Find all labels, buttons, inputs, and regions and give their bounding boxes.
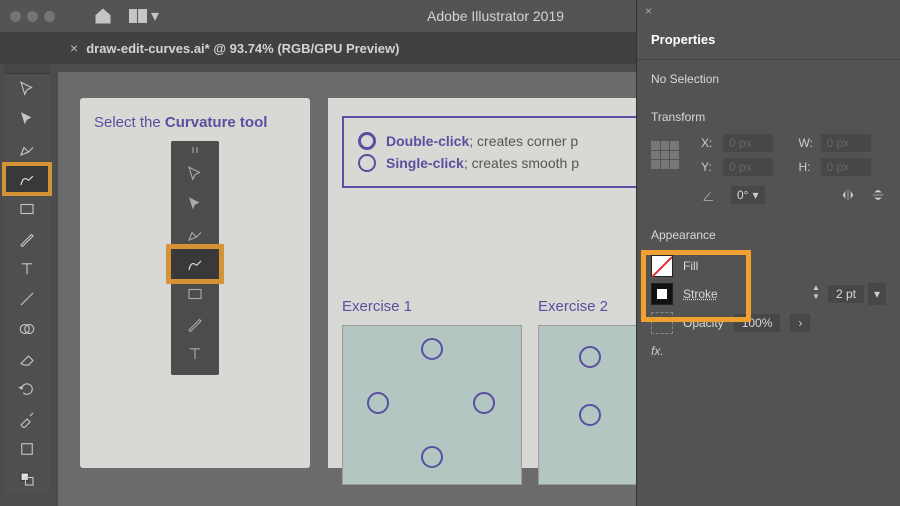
stroke-weight-field[interactable]: ▲▼ 2 pt ▾ [812, 283, 886, 305]
exercise-1-title: Exercise 1 [342, 298, 522, 315]
mini-curvature-tool [171, 249, 219, 279]
transform-section: Transform X: 0 px W: 0 px Y: 0 px H: 0 px 0°… [637, 98, 900, 216]
double-label: Double-click [386, 133, 469, 149]
ex1-dot[interactable] [367, 392, 389, 414]
mini-rectangle-tool [171, 279, 219, 309]
selection-status: No Selection [637, 60, 900, 98]
home-icon[interactable] [93, 6, 113, 26]
stroke-spinner[interactable]: ▲▼ [812, 283, 824, 305]
double-ring-icon [358, 132, 376, 150]
tutorial-left-card: Select the Curvature tool [80, 98, 310, 468]
zoom-dot[interactable] [44, 11, 55, 22]
mini-direct-selection-tool [171, 189, 219, 219]
h-value[interactable]: 0 px [821, 158, 871, 176]
ex2-dot[interactable] [579, 346, 601, 368]
rotate-field[interactable]: 0° ▾ [731, 186, 765, 204]
mini-selection-tool [171, 159, 219, 189]
mini-pen-tool [171, 219, 219, 249]
opacity-more-icon[interactable]: › [790, 314, 810, 332]
angle-icon [701, 187, 717, 203]
single-ring-icon [358, 154, 376, 172]
artboard-tool[interactable] [4, 434, 50, 464]
toolbox-grip[interactable] [4, 64, 50, 74]
flip-horizontal-icon[interactable] [840, 187, 856, 203]
close-dot[interactable] [10, 11, 21, 22]
fill-swatch[interactable] [651, 255, 673, 277]
hint-prefix: Select the [94, 114, 165, 131]
help-row-single: Single-click; creates smooth p [358, 154, 638, 172]
direct-selection-tool[interactable] [4, 104, 50, 134]
h-label: H: [799, 160, 817, 174]
ex1-dot[interactable] [421, 446, 443, 468]
fill-stroke-swatch[interactable] [4, 464, 50, 494]
mini-type-tool [171, 339, 219, 369]
w-field[interactable]: W: 0 px [799, 134, 887, 152]
paintbrush-tool[interactable] [4, 224, 50, 254]
exercise-1: Exercise 1 [342, 298, 522, 485]
curvature-tool[interactable] [4, 164, 50, 194]
single-label: Single-click [386, 155, 464, 171]
w-label: W: [799, 136, 817, 150]
rotate-tool[interactable] [4, 374, 50, 404]
flip-vertical-icon[interactable] [870, 187, 886, 203]
fx-label[interactable]: fx. [651, 344, 886, 358]
ex1-dot[interactable] [473, 392, 495, 414]
type-tool[interactable] [4, 254, 50, 284]
stroke-weight-dropdown-icon[interactable]: ▾ [868, 283, 886, 305]
help-row-double: Double-click; creates corner p [358, 132, 638, 150]
hint-toolname: Curvature tool [165, 114, 268, 131]
w-value[interactable]: 0 px [821, 134, 871, 152]
properties-tab[interactable]: Properties [637, 20, 900, 60]
shape-builder-tool[interactable] [4, 314, 50, 344]
ex2-dot[interactable] [579, 404, 601, 426]
eyedropper-tool[interactable] [4, 404, 50, 434]
h-field[interactable]: H: 0 px [799, 158, 887, 176]
x-field[interactable]: X: 0 px [701, 134, 789, 152]
workspace-switcher[interactable]: ▾ [129, 6, 159, 26]
exercise-1-box[interactable] [342, 325, 522, 485]
x-value[interactable]: 0 px [723, 134, 773, 152]
app-title: Adobe Illustrator 2019 [427, 8, 564, 24]
stroke-swatch[interactable] [651, 283, 673, 305]
y-label: Y: [701, 160, 719, 174]
rotate-value[interactable]: 0° [737, 188, 748, 202]
transform-heading: Transform [651, 110, 886, 124]
toolbox [4, 64, 50, 494]
mini-toolbox [171, 141, 219, 375]
stroke-weight-value[interactable]: 2 pt [828, 285, 864, 303]
rectangle-tool[interactable] [4, 194, 50, 224]
selection-tool[interactable] [4, 74, 50, 104]
window-controls[interactable] [10, 11, 55, 22]
x-label: X: [701, 136, 719, 150]
double-rest: ; creates corner p [469, 133, 578, 149]
y-value[interactable]: 0 px [723, 158, 773, 176]
properties-panel: × Properties No Selection Transform X: 0 … [636, 0, 900, 506]
document-tab-title[interactable]: draw-edit-curves.ai* @ 93.74% (RGB/GPU P… [86, 41, 399, 56]
pen-tool[interactable] [4, 134, 50, 164]
eraser-tool[interactable] [4, 344, 50, 374]
appearance-heading: Appearance [651, 228, 886, 242]
panel-close-icon[interactable]: × [637, 0, 900, 20]
help-box: Double-click; creates corner p Single-cl… [342, 116, 654, 188]
mini-paintbrush-tool [171, 309, 219, 339]
single-rest: ; creates smooth p [464, 155, 579, 171]
ex1-dot[interactable] [421, 338, 443, 360]
appearance-section: Appearance Fill Stroke ▲▼ 2 pt ▾ Opacity… [637, 216, 900, 370]
reference-point-widget[interactable] [651, 141, 679, 169]
tab-close-icon[interactable]: × [70, 40, 78, 56]
line-tool[interactable] [4, 284, 50, 314]
minimize-dot[interactable] [27, 11, 38, 22]
tutorial-hint: Select the Curvature tool [80, 98, 310, 141]
y-field[interactable]: Y: 0 px [701, 158, 789, 176]
tutorial-right-card: Double-click; creates corner p Single-cl… [328, 98, 668, 468]
mini-grip [171, 147, 219, 155]
